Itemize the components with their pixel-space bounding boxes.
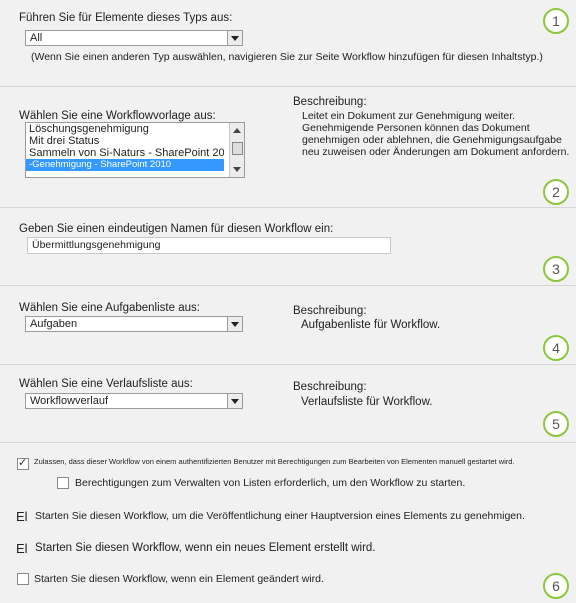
task-list-value: Aufgaben: [30, 318, 78, 330]
step-4-badge: 4: [543, 335, 569, 361]
step-1-badge: 1: [543, 8, 569, 34]
list-item[interactable]: Löschungsgenehmigung: [26, 123, 224, 135]
chevron-down-icon[interactable]: [227, 394, 242, 408]
list-item[interactable]: Sammeln von Si-Naturs - SharePoint 2010: [26, 147, 224, 159]
workflow-template-label: Wählen Sie eine Workflowvorlage aus:: [19, 110, 216, 122]
history-list-label: Wählen Sie eine Verlaufsliste aus:: [19, 378, 193, 390]
history-list-description-label: Beschreibung:: [293, 381, 367, 393]
step-6-badge: 6: [543, 573, 569, 599]
scroll-thumb[interactable]: [232, 142, 243, 155]
section-divider: [0, 442, 576, 443]
content-type-note: (Wenn Sie einen anderen Typ auswählen, n…: [31, 51, 543, 63]
task-list-description-label: Beschreibung:: [293, 305, 367, 317]
major-version-label: Starten Sie diesen Workflow, um die Verö…: [35, 510, 525, 522]
chevron-down-icon[interactable]: [227, 31, 242, 45]
template-description-label: Beschreibung:: [293, 96, 367, 108]
section-divider: [0, 207, 576, 208]
template-description-line: Genehmigende Personen können das Dokumen…: [302, 122, 530, 134]
require-permissions-checkbox[interactable]: [57, 477, 69, 489]
step-3-badge: 3: [543, 256, 569, 282]
workflow-name-label: Geben Sie einen eindeutigen Namen für di…: [19, 223, 334, 235]
list-item[interactable]: Mit drei Status: [26, 135, 224, 147]
section-divider: [0, 364, 576, 365]
content-type-select[interactable]: All: [25, 30, 243, 46]
step-2-badge: 2: [543, 179, 569, 205]
scroll-down-icon[interactable]: [233, 167, 241, 172]
template-description-line: genehmigen oder ablehnen, die Genehmigun…: [302, 134, 562, 146]
content-type-label: Führen Sie für Elemente dieses Typs aus:: [19, 12, 233, 24]
item-changed-label: Starten Sie diesen Workflow, wenn ein El…: [34, 573, 324, 585]
history-list-select[interactable]: Workflowverlauf: [25, 393, 243, 409]
major-version-option-icon[interactable]: El: [16, 509, 28, 524]
history-list-description: Verlaufsliste für Workflow.: [301, 396, 433, 408]
history-list-value: Workflowverlauf: [30, 395, 109, 407]
section-divider: [0, 285, 576, 286]
item-changed-checkbox[interactable]: [17, 573, 29, 585]
template-description-line: Leitet ein Dokument zur Genehmigung weit…: [302, 110, 516, 122]
require-permissions-label: Berechtigungen zum Verwalten von Listen …: [75, 477, 466, 489]
step-5-badge: 5: [543, 411, 569, 437]
content-type-value: All: [30, 32, 43, 44]
task-list-select[interactable]: Aufgaben: [25, 316, 243, 332]
workflow-name-input[interactable]: Übermittlungsgenehmigung: [27, 237, 391, 254]
workflow-template-listbox[interactable]: Löschungsgenehmigung Mit drei Status Sam…: [25, 122, 245, 178]
section-divider: [0, 86, 576, 87]
list-item-selected[interactable]: -Genehmigung - SharePoint 2010: [26, 159, 224, 171]
template-description-line: neu zuweisen oder Änderungen am Dokument…: [302, 146, 570, 158]
new-item-option-icon[interactable]: El: [16, 541, 28, 556]
task-list-label: Wählen Sie eine Aufgabenliste aus:: [19, 302, 200, 314]
scroll-up-icon[interactable]: [233, 128, 241, 133]
manual-start-checkbox[interactable]: [17, 456, 29, 470]
manual-start-label: Zulassen, dass dieser Workflow von einem…: [34, 457, 515, 466]
listbox-scrollbar[interactable]: [229, 123, 244, 177]
new-item-label: Starten Sie diesen Workflow, wenn ein ne…: [35, 542, 376, 554]
task-list-description: Aufgabenliste für Workflow.: [301, 319, 441, 331]
chevron-down-icon[interactable]: [227, 317, 242, 331]
